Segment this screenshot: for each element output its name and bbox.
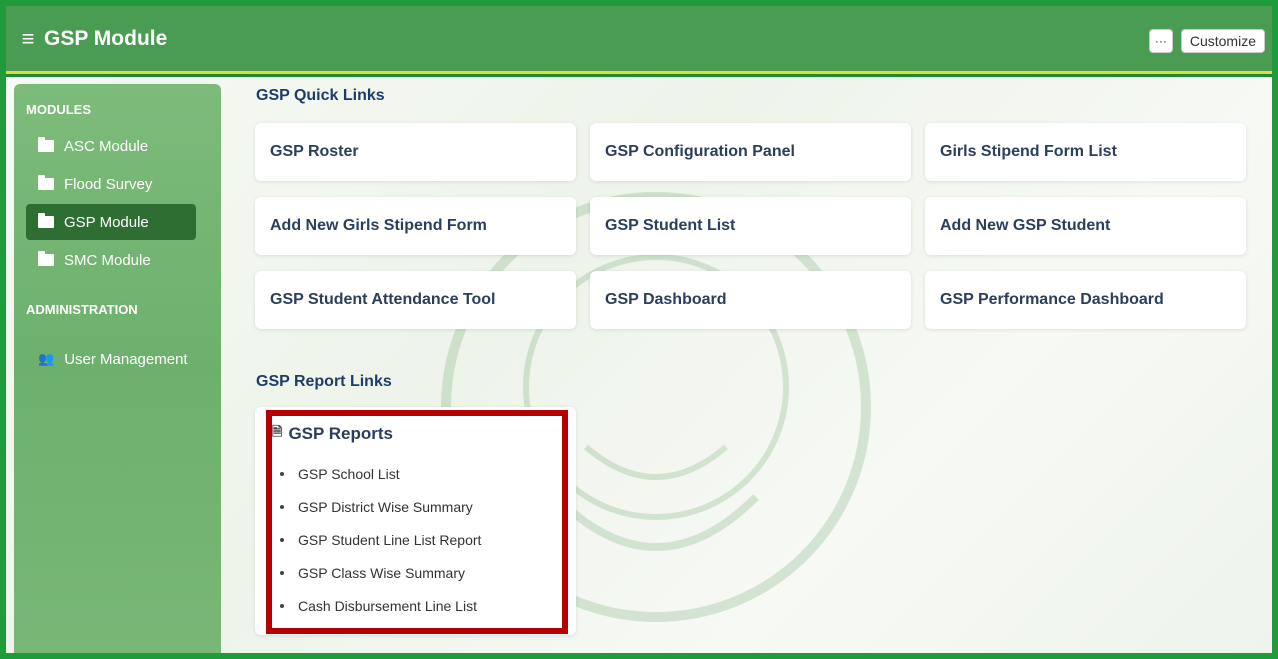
sidebar-item-gsp-module[interactable]: GSP Module <box>26 204 196 240</box>
report-item-label: GSP School List <box>298 466 400 482</box>
quick-link-gsp-performance-dashboard[interactable]: GSP Performance Dashboard <box>925 271 1246 329</box>
users-icon: 👥 <box>38 351 55 366</box>
folder-icon <box>38 213 54 228</box>
document-icon: 🗎 <box>272 424 283 439</box>
quick-link-gsp-configuration-panel[interactable]: GSP Configuration Panel <box>590 123 911 181</box>
bullet-icon <box>280 538 284 542</box>
report-item-label: GSP District Wise Summary <box>298 499 473 515</box>
folder-icon <box>38 137 54 152</box>
bullet-icon <box>280 472 284 476</box>
folder-icon <box>38 251 54 266</box>
gsp-reports-card-title: GSP Reports <box>288 424 394 443</box>
sidebar-item-label: User Management <box>64 350 188 368</box>
quick-link-gsp-student-list[interactable]: GSP Student List <box>590 197 911 255</box>
bullet-icon <box>280 604 284 608</box>
hamburger-menu-icon[interactable]: ≡ <box>6 6 40 73</box>
sidebar-item-asc-module[interactable]: ASC Module <box>26 128 196 164</box>
app-frame: ≡ GSP Module ··· Customize MODULES ASC M… <box>0 0 1278 659</box>
gsp-reports-header: 🗎 GSP Reports <box>272 423 393 445</box>
report-item-gsp-student-line-list-report[interactable]: GSP Student Line List Report <box>280 529 481 551</box>
sidebar-item-smc-module[interactable]: SMC Module <box>26 242 196 278</box>
report-item-label: GSP Class Wise Summary <box>298 565 465 581</box>
bullet-icon <box>280 505 284 509</box>
quick-link-add-new-girls-stipend-form[interactable]: Add New Girls Stipend Form <box>255 197 576 255</box>
modules-header: MODULES <box>26 101 91 117</box>
customize-button[interactable]: Customize <box>1180 29 1265 53</box>
quick-link-gsp-dashboard[interactable]: GSP Dashboard <box>590 271 911 329</box>
report-item-label: GSP Student Line List Report <box>298 532 482 548</box>
quick-link-gsp-roster[interactable]: GSP Roster <box>255 123 576 181</box>
sidebar: MODULES ASC Module Flood Survey GSP Modu… <box>14 84 221 653</box>
more-options-button[interactable]: ··· <box>1148 29 1173 53</box>
page-title: GSP Module <box>44 26 168 50</box>
bullet-icon <box>280 571 284 575</box>
report-item-gsp-school-list[interactable]: GSP School List <box>280 463 400 485</box>
sidebar-item-label: ASC Module <box>64 137 149 155</box>
report-item-label: Cash Disbursement Line List <box>298 598 477 614</box>
administration-header: ADMINISTRATION <box>26 301 138 317</box>
sidebar-item-label: SMC Module <box>64 251 151 269</box>
sidebar-item-label: GSP Module <box>64 213 149 231</box>
report-links-title: GSP Report Links <box>256 373 392 390</box>
quick-link-girls-stipend-form-list[interactable]: Girls Stipend Form List <box>925 123 1246 181</box>
top-bar: ≡ GSP Module ··· Customize <box>6 6 1272 74</box>
sidebar-item-user-management[interactable]: 👥 User Management <box>26 341 196 377</box>
quick-link-gsp-student-attendance-tool[interactable]: GSP Student Attendance Tool <box>255 271 576 329</box>
sidebar-item-flood-survey[interactable]: Flood Survey <box>26 166 196 202</box>
quick-link-add-new-gsp-student[interactable]: Add New GSP Student <box>925 197 1246 255</box>
sidebar-item-label: Flood Survey <box>64 175 153 193</box>
report-item-cash-disbursement-line-list[interactable]: Cash Disbursement Line List <box>280 595 477 617</box>
folder-icon <box>38 175 54 190</box>
quick-links-title: GSP Quick Links <box>256 87 385 104</box>
report-item-gsp-class-wise-summary[interactable]: GSP Class Wise Summary <box>280 562 465 584</box>
report-item-gsp-district-wise-summary[interactable]: GSP District Wise Summary <box>280 496 473 518</box>
